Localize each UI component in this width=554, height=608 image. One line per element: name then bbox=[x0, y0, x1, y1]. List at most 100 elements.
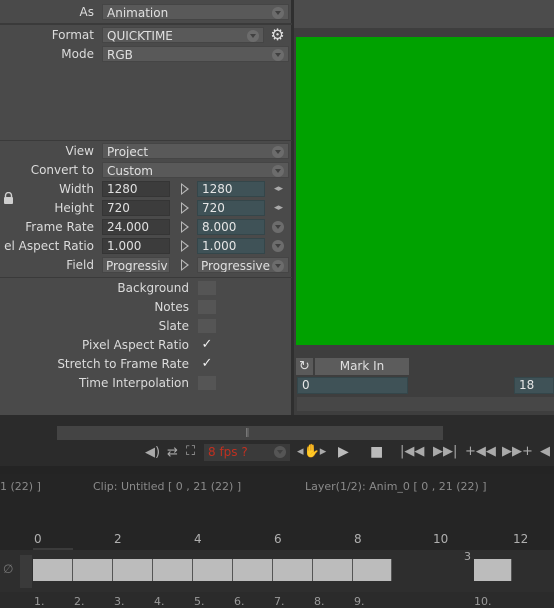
play-icon[interactable]: ▶ bbox=[338, 444, 349, 460]
track-hide-icon[interactable]: ∅ bbox=[3, 562, 13, 576]
apply-arrow-icon[interactable] bbox=[181, 221, 189, 233]
mode-label: Mode bbox=[61, 47, 94, 61]
stop-icon[interactable]: ■ bbox=[370, 444, 383, 460]
frame-cell[interactable] bbox=[353, 559, 392, 581]
pixel-aspect-label: el Aspect Ratio bbox=[4, 239, 94, 253]
next-key-icon[interactable]: ▶▶+ bbox=[502, 444, 533, 459]
notes-option-label: Notes bbox=[154, 300, 189, 314]
speaker-icon[interactable]: ◀) bbox=[145, 445, 160, 460]
frame-number: 2. bbox=[74, 595, 85, 608]
ruler-tick: 0 bbox=[34, 532, 42, 546]
ruler-tick: 2 bbox=[114, 532, 122, 546]
frame-cell[interactable] bbox=[193, 559, 233, 581]
mark-out-field[interactable]: 18 bbox=[514, 377, 554, 394]
apply-arrow-icon[interactable] bbox=[181, 259, 189, 271]
go-start-icon[interactable]: |◀◀ bbox=[400, 444, 424, 459]
chevron-down-icon[interactable] bbox=[272, 240, 284, 252]
mode-value: RGB bbox=[107, 48, 133, 62]
ruler-tick: 8 bbox=[354, 532, 362, 546]
chevron-down-icon bbox=[272, 165, 284, 177]
record-icon[interactable]: ◀ bbox=[540, 444, 550, 459]
frame-cell[interactable] bbox=[113, 559, 153, 581]
viewer-scrollbar[interactable] bbox=[297, 397, 554, 411]
convert-to-label: Convert to bbox=[30, 163, 94, 177]
ruler-tick: 10 bbox=[433, 532, 449, 546]
stretch-checkbox[interactable]: ✓ bbox=[197, 356, 217, 372]
view-label: View bbox=[65, 144, 94, 158]
lock-icon[interactable] bbox=[3, 191, 14, 204]
pixel-aspect-option-label: Pixel Aspect Ratio bbox=[82, 338, 189, 352]
frame-cell[interactable] bbox=[233, 559, 273, 581]
ruler-tick: 4 bbox=[194, 532, 202, 546]
frame-number: 6. bbox=[234, 595, 245, 608]
view-value: Project bbox=[107, 145, 149, 159]
drag-arrows-icon[interactable]: ◂▸ bbox=[274, 203, 284, 213]
go-end-icon[interactable]: ▶▶| bbox=[433, 444, 457, 459]
pixel-aspect-checkbox[interactable]: ✓ bbox=[197, 337, 217, 353]
loop-icon[interactable]: ⇄ bbox=[167, 445, 178, 460]
fps-dropdown[interactable]: 8 fps ? bbox=[204, 444, 290, 461]
as-value: Animation bbox=[107, 6, 169, 20]
chevron-down-icon bbox=[272, 49, 284, 61]
frame-cell[interactable] bbox=[73, 559, 113, 581]
field-source-dropdown[interactable]: Progressiv bbox=[102, 257, 170, 273]
field-label: Field bbox=[66, 258, 94, 272]
format-dropdown[interactable]: QUICKTIME bbox=[102, 27, 264, 43]
mark-in-button[interactable]: Mark In bbox=[315, 358, 409, 375]
frame-cell[interactable] bbox=[273, 559, 313, 581]
ruler-tick: 6 bbox=[274, 532, 282, 546]
apply-arrow-icon[interactable] bbox=[181, 183, 189, 195]
chevron-down-icon bbox=[247, 30, 259, 42]
height-target-field[interactable]: 720 bbox=[197, 200, 265, 216]
slate-checkbox[interactable] bbox=[197, 318, 217, 334]
stretch-option-label: Stretch to Frame Rate bbox=[57, 357, 189, 371]
notes-checkbox[interactable] bbox=[197, 299, 217, 315]
separator bbox=[0, 277, 292, 278]
format-label: Format bbox=[51, 28, 94, 42]
preview-image bbox=[296, 37, 554, 345]
scroll-grip-icon[interactable]: ‖ bbox=[245, 428, 253, 438]
time-interp-checkbox[interactable] bbox=[197, 375, 217, 391]
frame-number: 7. bbox=[274, 595, 285, 608]
height-label: Height bbox=[54, 201, 94, 215]
frame-cell[interactable] bbox=[474, 559, 512, 581]
format-value: QUICKTIME bbox=[107, 29, 173, 43]
frame-number: 10. bbox=[474, 595, 492, 608]
view-dropdown[interactable]: Project bbox=[102, 143, 289, 159]
frame-rate-target-field[interactable]: 8.000 bbox=[197, 219, 265, 235]
frame-cell[interactable] bbox=[313, 559, 353, 581]
frame-cell[interactable] bbox=[153, 559, 193, 581]
apply-arrow-icon[interactable] bbox=[181, 202, 189, 214]
fps-value: 8 fps ? bbox=[208, 445, 248, 459]
fit-icon[interactable]: ⛶ bbox=[186, 444, 195, 459]
width-target-field[interactable]: 1280 bbox=[197, 181, 265, 197]
convert-to-dropdown[interactable]: Custom bbox=[102, 162, 289, 178]
width-source-field[interactable]: 1280 bbox=[102, 181, 170, 197]
apply-arrow-icon[interactable] bbox=[181, 240, 189, 252]
refresh-icon[interactable]: ↻ bbox=[296, 358, 313, 375]
shuttle-icon[interactable]: ◂✋▸ bbox=[297, 444, 326, 459]
pixel-aspect-target-field[interactable]: 1.000 bbox=[197, 238, 265, 254]
drag-arrows-icon[interactable]: ◂▸ bbox=[274, 184, 284, 194]
as-label: As bbox=[79, 5, 94, 19]
mark-in-field[interactable]: 0 bbox=[297, 377, 408, 394]
field-target-dropdown[interactable]: Progressive bbox=[197, 257, 289, 273]
track-handle[interactable] bbox=[20, 555, 32, 588]
frame-number: 9. bbox=[354, 595, 365, 608]
frame-number: 8. bbox=[314, 595, 325, 608]
frame-cell[interactable] bbox=[33, 559, 73, 581]
gear-icon[interactable]: ⚙ bbox=[268, 26, 287, 44]
prev-key-icon[interactable]: +◀◀ bbox=[465, 444, 496, 459]
chevron-down-icon[interactable] bbox=[272, 221, 284, 233]
mode-dropdown[interactable]: RGB bbox=[102, 46, 289, 62]
info-left: 1 (22) ] bbox=[0, 480, 41, 493]
checkmark-icon: ✓ bbox=[201, 356, 213, 371]
clip-info: Clip: Untitled [ 0 , 21 (22) ] bbox=[93, 480, 242, 493]
pixel-aspect-source-field[interactable]: 1.000 bbox=[102, 238, 170, 254]
background-checkbox[interactable] bbox=[197, 280, 217, 296]
chevron-down-icon bbox=[272, 7, 284, 19]
frame-rate-source-field[interactable]: 24.000 bbox=[102, 219, 170, 235]
background-option-label: Background bbox=[117, 281, 189, 295]
as-dropdown[interactable]: Animation bbox=[102, 4, 289, 20]
height-source-field[interactable]: 720 bbox=[102, 200, 170, 216]
